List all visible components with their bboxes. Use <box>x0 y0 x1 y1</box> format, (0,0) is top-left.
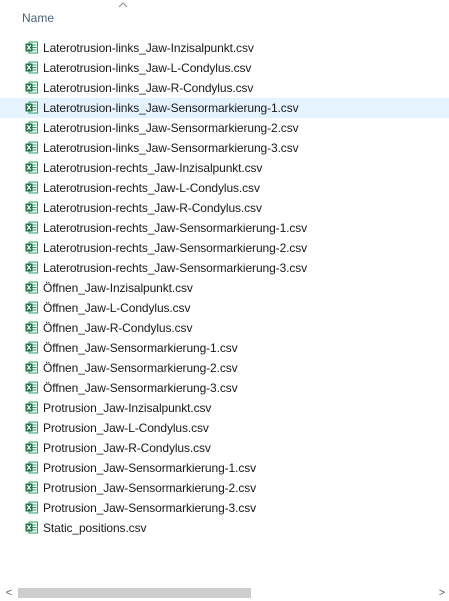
excel-csv-icon <box>25 481 38 494</box>
file-name: Laterotrusion-links_Jaw-Sensormarkierung… <box>43 141 299 155</box>
file-row[interactable]: Protrusion_Jaw-R-Condylus.csv <box>0 438 449 458</box>
file-row[interactable]: Laterotrusion-links_Jaw-Sensormarkierung… <box>0 138 449 158</box>
scroll-right-arrow-icon[interactable]: > <box>437 587 447 599</box>
file-list: Laterotrusion-links_Jaw-Inzisalpunkt.csv… <box>0 38 449 538</box>
file-name: Laterotrusion-links_Jaw-Sensormarkierung… <box>43 121 299 135</box>
file-name: Laterotrusion-rechts_Jaw-R-Condylus.csv <box>43 201 262 215</box>
excel-csv-icon <box>25 441 38 454</box>
file-row[interactable]: Protrusion_Jaw-Sensormarkierung-3.csv <box>0 498 449 518</box>
file-name: Laterotrusion-rechts_Jaw-Sensormarkierun… <box>43 241 308 255</box>
column-header: Name <box>0 0 449 30</box>
file-name: Laterotrusion-rechts_Jaw-Sensormarkierun… <box>43 221 308 235</box>
excel-csv-icon <box>25 101 38 114</box>
file-name: Protrusion_Jaw-Sensormarkierung-1.csv <box>43 461 257 475</box>
file-name: Öffnen_Jaw-R-Condylus.csv <box>43 321 193 335</box>
excel-csv-icon <box>25 281 38 294</box>
file-name: Static_positions.csv <box>43 521 147 535</box>
file-name: Laterotrusion-links_Jaw-L-Condylus.csv <box>43 61 252 75</box>
file-name: Protrusion_Jaw-Sensormarkierung-3.csv <box>43 501 257 515</box>
scroll-left-arrow-icon[interactable]: < <box>4 587 14 599</box>
file-name: Öffnen_Jaw-Sensormarkierung-3.csv <box>43 381 238 395</box>
file-name: Laterotrusion-rechts_Jaw-Inzisalpunkt.cs… <box>43 161 263 175</box>
scrollbar-thumb[interactable] <box>18 588 251 598</box>
file-row[interactable]: Protrusion_Jaw-Inzisalpunkt.csv <box>0 398 449 418</box>
file-row[interactable]: Laterotrusion-rechts_Jaw-Sensormarkierun… <box>0 238 449 258</box>
file-row[interactable]: Protrusion_Jaw-Sensormarkierung-1.csv <box>0 458 449 478</box>
excel-csv-icon <box>25 141 38 154</box>
sort-ascending-icon[interactable] <box>117 0 129 10</box>
excel-csv-icon <box>25 241 38 254</box>
file-name: Laterotrusion-rechts_Jaw-Sensormarkierun… <box>43 261 308 275</box>
file-name: Protrusion_Jaw-Inzisalpunkt.csv <box>43 401 212 415</box>
file-row[interactable]: Laterotrusion-links_Jaw-L-Condylus.csv <box>0 58 449 78</box>
excel-csv-icon <box>25 181 38 194</box>
file-name: Protrusion_Jaw-Sensormarkierung-2.csv <box>43 481 257 495</box>
excel-csv-icon <box>25 401 38 414</box>
file-row[interactable]: Protrusion_Jaw-L-Condylus.csv <box>0 418 449 438</box>
excel-csv-icon <box>25 161 38 174</box>
file-row[interactable]: Öffnen_Jaw-Sensormarkierung-2.csv <box>0 358 449 378</box>
file-name: Öffnen_Jaw-Sensormarkierung-1.csv <box>43 341 238 355</box>
file-row[interactable]: Laterotrusion-links_Jaw-Sensormarkierung… <box>0 98 449 118</box>
file-row[interactable]: Laterotrusion-links_Jaw-Sensormarkierung… <box>0 118 449 138</box>
file-row[interactable]: Laterotrusion-rechts_Jaw-Sensormarkierun… <box>0 258 449 278</box>
horizontal-scrollbar[interactable]: < > <box>0 585 449 601</box>
excel-csv-icon <box>25 421 38 434</box>
file-row[interactable]: Öffnen_Jaw-Sensormarkierung-3.csv <box>0 378 449 398</box>
excel-csv-icon <box>25 381 38 394</box>
excel-csv-icon <box>25 501 38 514</box>
excel-csv-icon <box>25 261 38 274</box>
excel-csv-icon <box>25 121 38 134</box>
file-row[interactable]: Laterotrusion-links_Jaw-R-Condylus.csv <box>0 78 449 98</box>
name-column-header[interactable]: Name <box>22 11 54 25</box>
file-name: Protrusion_Jaw-L-Condylus.csv <box>43 421 209 435</box>
excel-csv-icon <box>25 521 38 534</box>
excel-csv-icon <box>25 361 38 374</box>
excel-csv-icon <box>25 201 38 214</box>
file-name: Laterotrusion-rechts_Jaw-L-Condylus.csv <box>43 181 260 195</box>
file-row[interactable]: Öffnen_Jaw-Inzisalpunkt.csv <box>0 278 449 298</box>
file-row[interactable]: Protrusion_Jaw-Sensormarkierung-2.csv <box>0 478 449 498</box>
file-name: Öffnen_Jaw-L-Condylus.csv <box>43 301 191 315</box>
excel-csv-icon <box>25 341 38 354</box>
file-row[interactable]: Laterotrusion-rechts_Jaw-L-Condylus.csv <box>0 178 449 198</box>
file-name: Öffnen_Jaw-Sensormarkierung-2.csv <box>43 361 238 375</box>
file-name: Laterotrusion-links_Jaw-Inzisalpunkt.csv <box>43 41 254 55</box>
file-row[interactable]: Öffnen_Jaw-L-Condylus.csv <box>0 298 449 318</box>
file-row[interactable]: Laterotrusion-rechts_Jaw-Sensormarkierun… <box>0 218 449 238</box>
excel-csv-icon <box>25 81 38 94</box>
excel-csv-icon <box>25 461 38 474</box>
file-row[interactable]: Laterotrusion-rechts_Jaw-Inzisalpunkt.cs… <box>0 158 449 178</box>
excel-csv-icon <box>25 301 38 314</box>
file-name: Öffnen_Jaw-Inzisalpunkt.csv <box>43 281 193 295</box>
file-name: Laterotrusion-links_Jaw-Sensormarkierung… <box>43 101 299 115</box>
file-row[interactable]: Öffnen_Jaw-Sensormarkierung-1.csv <box>0 338 449 358</box>
file-name: Protrusion_Jaw-R-Condylus.csv <box>43 441 211 455</box>
excel-csv-icon <box>25 41 38 54</box>
excel-csv-icon <box>25 321 38 334</box>
file-row[interactable]: Laterotrusion-links_Jaw-Inzisalpunkt.csv <box>0 38 449 58</box>
file-row[interactable]: Laterotrusion-rechts_Jaw-R-Condylus.csv <box>0 198 449 218</box>
file-name: Laterotrusion-links_Jaw-R-Condylus.csv <box>43 81 254 95</box>
file-row[interactable]: Öffnen_Jaw-R-Condylus.csv <box>0 318 449 338</box>
file-row[interactable]: Static_positions.csv <box>0 518 449 538</box>
excel-csv-icon <box>25 221 38 234</box>
excel-csv-icon <box>25 61 38 74</box>
